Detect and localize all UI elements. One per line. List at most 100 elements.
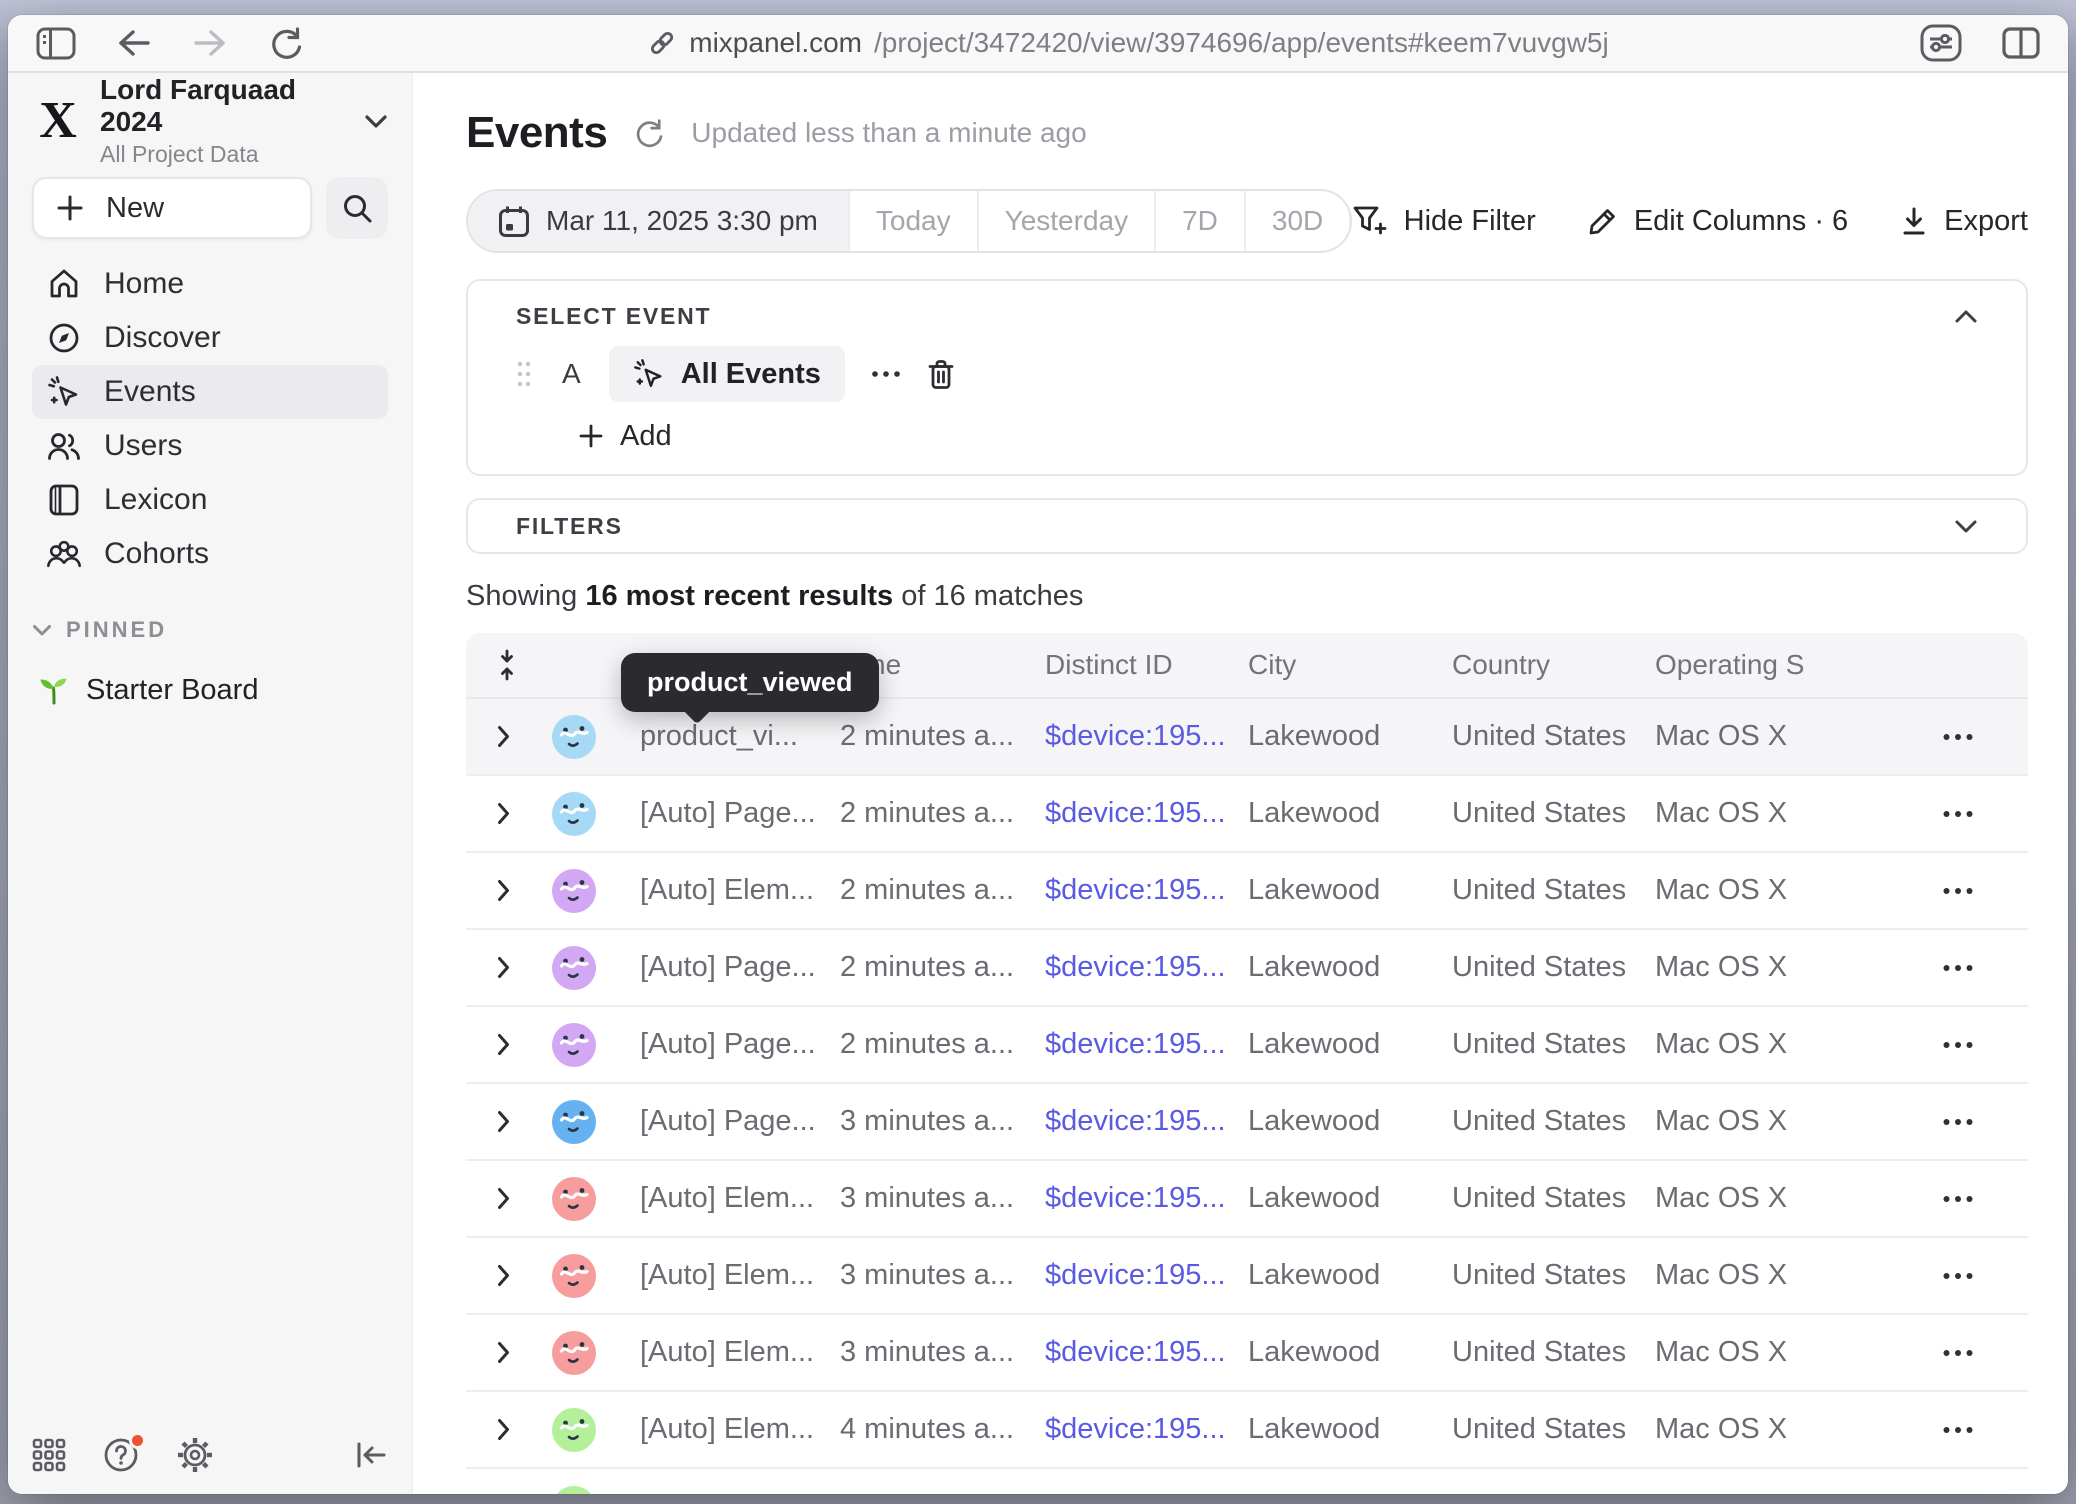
split-view-icon[interactable] <box>2002 27 2040 59</box>
sidebar-item-cohorts[interactable]: Cohorts <box>32 527 388 581</box>
distinct-id-cell[interactable]: $device:195... <box>1045 951 1248 984</box>
sidebar-item-users[interactable]: Users <box>32 419 388 473</box>
settings-gear-icon[interactable] <box>176 1436 214 1474</box>
chevron-up-icon[interactable] <box>1954 309 1978 324</box>
row-actions-icon[interactable] <box>1888 964 2028 972</box>
hide-filter-label: Hide Filter <box>1404 205 1536 238</box>
search-button[interactable] <box>326 177 388 239</box>
link-icon <box>647 28 677 58</box>
column-header-city[interactable]: City <box>1248 649 1452 681</box>
expand-row-icon[interactable] <box>496 802 552 825</box>
event-name-cell[interactable]: [Auto] Elem... <box>640 1259 840 1292</box>
distinct-id-cell[interactable]: $device:195... <box>1045 1259 1248 1292</box>
row-actions-icon[interactable] <box>1888 1118 2028 1126</box>
back-icon[interactable] <box>116 28 152 58</box>
pinned-label: PINNED <box>66 617 167 643</box>
sidebar-item-lexicon[interactable]: Lexicon <box>32 473 388 527</box>
distinct-id-cell[interactable]: $device:195... <box>1045 1105 1248 1138</box>
event-name-cell[interactable]: [Auto] Elem... <box>640 874 840 907</box>
address-bar[interactable]: mixpanel.com/project/3472420/view/397469… <box>416 27 1840 59</box>
project-switcher[interactable]: X Lord Farquaad 2024 All Project Data <box>32 91 388 151</box>
browser-sidebar-toggle-icon[interactable] <box>36 27 76 60</box>
help-button[interactable] <box>102 1436 140 1474</box>
row-actions-icon[interactable] <box>1888 887 2028 895</box>
range-yesterday[interactable]: Yesterday <box>979 191 1157 251</box>
range-7d[interactable]: 7D <box>1156 191 1246 251</box>
event-more-options-icon[interactable] <box>871 370 901 378</box>
page-settings-icon[interactable] <box>1920 24 1962 62</box>
reload-icon[interactable] <box>268 25 304 61</box>
event-selector-chip[interactable]: All Events <box>609 346 845 402</box>
table-row[interactable]: [Auto] Elem... 4 minutes a... $device:19… <box>466 1392 2028 1469</box>
expand-row-icon[interactable] <box>496 879 552 902</box>
event-name-cell[interactable]: [Auto] Page... <box>640 1028 840 1061</box>
event-name-cell[interactable]: [Auto] Page... <box>640 951 840 984</box>
expand-row-icon[interactable] <box>496 1418 552 1441</box>
range-30d[interactable]: 30D <box>1246 191 1351 251</box>
row-actions-icon[interactable] <box>1888 1349 2028 1357</box>
row-actions-icon[interactable] <box>1888 733 2028 741</box>
table-row[interactable]: [Auto] Page... 3 minutes a... $device:19… <box>466 1084 2028 1161</box>
collapse-rows-icon[interactable] <box>496 649 552 681</box>
table-row[interactable]: [Auto] Elem... 3 minutes a... $device:19… <box>466 1315 2028 1392</box>
row-actions-icon[interactable] <box>1888 810 2028 818</box>
expand-row-icon[interactable] <box>496 1341 552 1364</box>
column-header-os[interactable]: Operating S <box>1655 649 1888 681</box>
distinct-id-cell[interactable]: $device:195... <box>1045 874 1248 907</box>
forward-icon[interactable] <box>192 28 228 58</box>
table-row[interactable]: [Auto] Elem... 3 minutes a... $device:19… <box>466 1161 2028 1238</box>
delete-event-icon[interactable] <box>927 359 955 390</box>
expand-row-icon[interactable] <box>496 1033 552 1056</box>
export-button[interactable]: Export <box>1900 205 2028 238</box>
chevron-down-icon[interactable] <box>1954 519 1978 534</box>
event-name-cell[interactable]: [Auto] Page... <box>640 1105 840 1138</box>
table-row[interactable]: [Auto] Elem... 2 minutes a... $device:19… <box>466 853 2028 930</box>
refresh-icon[interactable] <box>633 117 665 149</box>
event-row-letter: A <box>562 358 581 390</box>
event-name-cell[interactable]: [Auto] Page... <box>640 797 840 830</box>
sidebar-item-discover[interactable]: Discover <box>32 311 388 365</box>
table-row[interactable]: [Auto] Page... 2 minutes a... $device:19… <box>466 930 2028 1007</box>
expand-row-icon[interactable] <box>496 1187 552 1210</box>
date-picker[interactable]: Mar 11, 2025 3:30 pm <box>468 191 850 251</box>
sidebar-item-starter-board[interactable]: Starter Board <box>32 665 388 715</box>
distinct-id-cell[interactable]: $device:195... <box>1045 1028 1248 1061</box>
table-row[interactable] <box>466 1469 2028 1494</box>
table-row[interactable]: [Auto] Page... 2 minutes a... $device:19… <box>466 776 2028 853</box>
apps-grid-icon[interactable] <box>32 1438 66 1472</box>
expand-row-icon[interactable] <box>496 1110 552 1133</box>
table-row[interactable]: [Auto] Page... 2 minutes a... $device:19… <box>466 1007 2028 1084</box>
distinct-id-cell[interactable]: $device:195... <box>1045 1336 1248 1369</box>
column-header-country[interactable]: Country <box>1452 649 1655 681</box>
edit-columns-button[interactable]: Edit Columns · 6 <box>1588 205 1848 238</box>
expand-row-icon[interactable] <box>496 725 552 748</box>
distinct-id-cell[interactable]: $device:195... <box>1045 1182 1248 1215</box>
range-today[interactable]: Today <box>850 191 979 251</box>
table-row[interactable]: [Auto] Elem... 3 minutes a... $device:19… <box>466 1238 2028 1315</box>
add-event-button[interactable]: Add <box>516 416 1978 456</box>
row-actions-icon[interactable] <box>1888 1426 2028 1434</box>
event-name-cell[interactable]: [Auto] Elem... <box>640 1413 840 1446</box>
collapse-sidebar-icon[interactable] <box>354 1440 388 1470</box>
distinct-id-cell[interactable]: $device:195... <box>1045 797 1248 830</box>
row-actions-icon[interactable] <box>1888 1195 2028 1203</box>
select-event-panel: SELECT EVENT A <box>466 279 2028 476</box>
event-name-cell[interactable]: [Auto] Elem... <box>640 1336 840 1369</box>
expand-row-icon[interactable] <box>496 956 552 979</box>
new-button[interactable]: New <box>32 177 312 239</box>
expand-row-icon[interactable] <box>496 1264 552 1287</box>
row-actions-icon[interactable] <box>1888 1041 2028 1049</box>
drag-handle-icon[interactable] <box>516 358 532 390</box>
event-name-cell[interactable]: [Auto] Elem... <box>640 1182 840 1215</box>
sidebar-item-events[interactable]: Events <box>32 365 388 419</box>
row-actions-icon[interactable] <box>1888 1272 2028 1280</box>
event-name-cell[interactable]: product_vi... <box>640 720 840 753</box>
hide-filter-button[interactable]: Hide Filter <box>1352 205 1536 238</box>
distinct-id-cell[interactable]: $device:195... <box>1045 720 1248 753</box>
column-header-distinct-id[interactable]: Distinct ID <box>1045 649 1248 681</box>
pinned-section-toggle[interactable]: PINNED <box>32 615 388 645</box>
sidebar-item-home[interactable]: Home <box>32 257 388 311</box>
time-cell: 2 minutes a... <box>840 874 1045 907</box>
distinct-id-cell[interactable]: $device:195... <box>1045 1413 1248 1446</box>
browser-window: mixpanel.com/project/3472420/view/397469… <box>8 15 2068 1494</box>
